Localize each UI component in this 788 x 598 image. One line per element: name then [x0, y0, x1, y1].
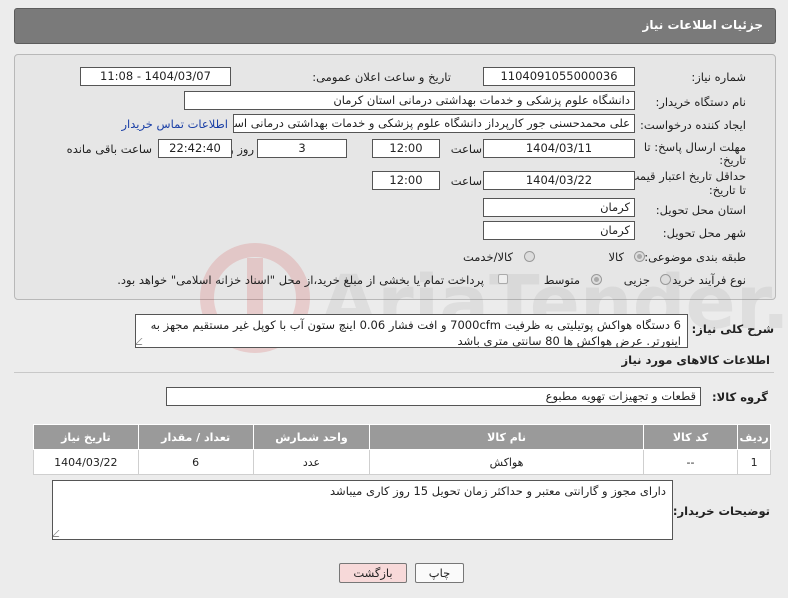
goods-group-field[interactable]: قطعات و تجهیزات تهویه مطبوع: [166, 387, 701, 406]
resize-handle-icon[interactable]: [53, 530, 66, 537]
delivery-province-label: استان محل تحویل:: [655, 203, 746, 217]
goods-section-divider: [14, 372, 774, 373]
col-row: ردیف: [737, 424, 771, 450]
reply-days-label: روز و: [228, 142, 254, 156]
reply-deadline-date-field[interactable]: 1404/03/11: [483, 139, 635, 158]
print-button[interactable]: چاپ: [415, 563, 464, 583]
buyer-org-label: نام دستگاه خریدار:: [655, 95, 746, 109]
col-code: کد کالا: [642, 424, 739, 450]
back-button[interactable]: بازگشت: [339, 563, 407, 583]
resize-handle-icon[interactable]: [136, 338, 149, 345]
delivery-province-field[interactable]: کرمان: [483, 198, 635, 217]
table-row[interactable]: 1 -- هواکش عدد 6 1404/03/22: [33, 449, 771, 475]
cell-code: --: [642, 449, 739, 475]
description-label: شرح کلی نیاز:: [691, 322, 774, 336]
reply-deadline-label-1: مهلت ارسال پاسخ: تا: [643, 140, 746, 154]
cell-date: 1404/03/22: [33, 449, 139, 475]
treasury-checkbox[interactable]: [498, 274, 508, 284]
category-option-goods: کالا: [608, 250, 624, 264]
need-number-label: شماره نیاز:: [691, 70, 746, 84]
category-option-goods-service: کالا/خدمت: [462, 250, 513, 264]
goods-section-title: اطلاعات کالاهای مورد نیاز: [621, 353, 770, 367]
description-text: 6 دستگاه هواکش پوتیلیتی به ظرفیت 7000cfm…: [150, 318, 681, 348]
col-name: نام کالا: [369, 424, 644, 450]
category-radio-goods[interactable]: [634, 251, 645, 262]
purchase-process-label: نوع فرآیند خرید :: [664, 273, 746, 287]
price-validity-time-label: ساعت: [450, 174, 482, 188]
reply-deadline-time-label: ساعت: [450, 142, 482, 156]
col-qty: تعداد / مقدار: [137, 424, 254, 450]
announce-date-field[interactable]: 1404/03/07 - 11:08: [80, 67, 231, 86]
buyer-notes-textarea[interactable]: دارای مجوز و گارانتی معتبر و حداکثر زمان…: [52, 480, 673, 540]
buyer-contact-link[interactable]: اطلاعات تماس خریدار: [121, 117, 228, 131]
delivery-city-field[interactable]: کرمان: [483, 221, 635, 240]
price-validity-time-field[interactable]: 12:00: [372, 171, 440, 190]
col-unit: واحد شمارش: [252, 424, 371, 450]
col-date: تاریخ نیاز: [33, 424, 139, 450]
goods-table-header: ردیف کد کالا نام کالا واحد شمارش تعداد /…: [33, 424, 771, 450]
cell-qty: 6: [137, 449, 254, 475]
process-option-medium: متوسط: [543, 273, 580, 287]
delivery-city-label: شهر محل تحویل:: [662, 226, 746, 240]
cell-row: 1: [737, 449, 771, 475]
process-option-minor: جزیی: [623, 273, 650, 287]
page-title: جزئیات اطلاعات نیاز: [642, 18, 763, 32]
buyer-org-field[interactable]: دانشگاه علوم پزشکی و خدمات بهداشتی درمان…: [184, 91, 635, 110]
remaining-time-field[interactable]: 22:42:40: [158, 139, 232, 158]
category-label: طبقه بندی موضوعی:: [644, 250, 746, 264]
price-validity-date-field[interactable]: 1404/03/22: [483, 171, 635, 190]
process-radio-minor[interactable]: [660, 274, 671, 285]
process-radio-medium[interactable]: [591, 274, 602, 285]
announce-date-label: تاریخ و ساعت اعلان عمومی:: [312, 70, 451, 84]
reply-deadline-time-field[interactable]: 12:00: [372, 139, 440, 158]
page-header: جزئیات اطلاعات نیاز: [14, 8, 776, 44]
goods-group-label: گروه کالا:: [712, 390, 768, 404]
price-validity-label-1: حداقل تاریخ اعتبار قیمت:: [624, 169, 746, 183]
buyer-notes-text: دارای مجوز و گارانتی معتبر و حداکثر زمان…: [330, 484, 666, 498]
cell-unit: عدد: [252, 449, 371, 475]
cell-name: هواکش: [369, 449, 644, 475]
requester-label: ایجاد کننده درخواست:: [640, 118, 746, 132]
reply-days-field[interactable]: 3: [257, 139, 347, 158]
need-number-field[interactable]: 1104091055000036: [483, 67, 635, 86]
buyer-notes-label: توضیحات خریدار:: [672, 504, 770, 518]
requester-field[interactable]: علی محمدحسنی جور کارپرداز دانشگاه علوم پ…: [233, 114, 635, 133]
description-textarea[interactable]: 6 دستگاه هواکش پوتیلیتی به ظرفیت 7000cfm…: [135, 314, 688, 348]
remaining-time-label: ساعت باقی مانده: [66, 142, 152, 156]
goods-table: ردیف کد کالا نام کالا واحد شمارش تعداد /…: [33, 424, 771, 475]
treasury-note: پرداخت تمام یا بخشی از مبلغ خرید،از محل …: [117, 273, 484, 287]
price-validity-label-2: تا تاریخ:: [708, 183, 746, 197]
category-radio-goods-service[interactable]: [524, 251, 535, 262]
reply-deadline-label-2: تاریخ:: [719, 153, 746, 167]
